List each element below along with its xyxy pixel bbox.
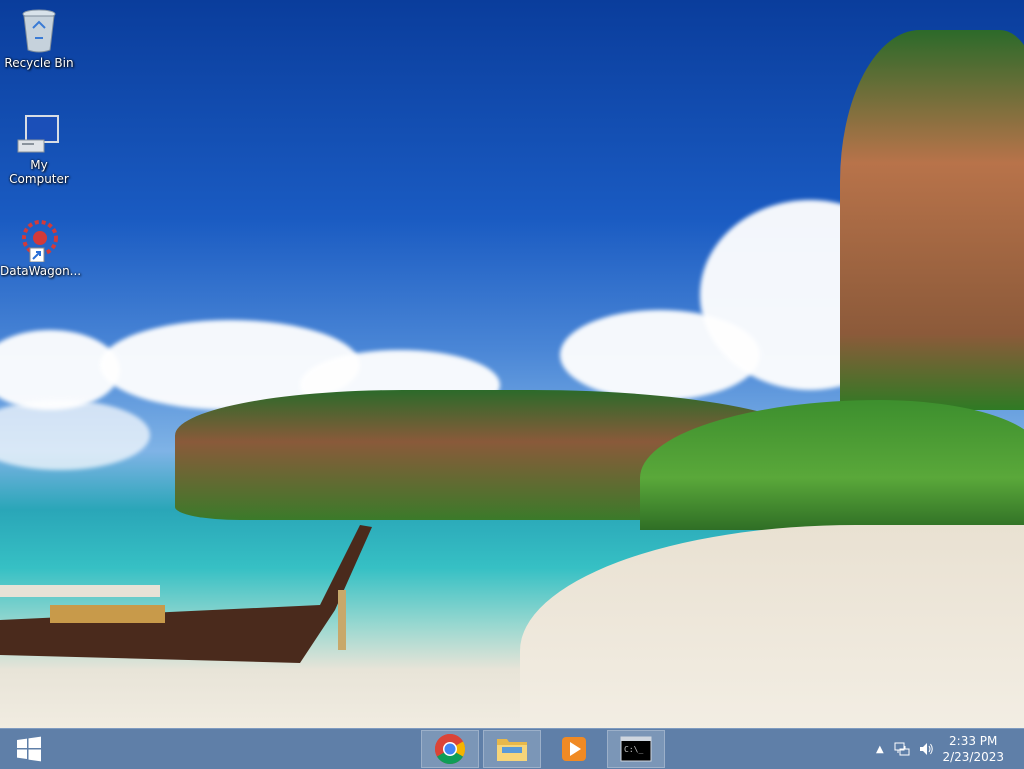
desktop-wallpaper (0, 0, 1024, 728)
folder-icon (497, 739, 527, 761)
datawagon-shortcut-icon (22, 220, 58, 262)
desktop-icon-my-computer[interactable]: My Computer (0, 114, 78, 186)
windows-logo-icon (17, 736, 41, 762)
clock-date: 2/23/2023 (942, 750, 1004, 764)
tall-cliff (840, 30, 1024, 410)
command-prompt-icon: C:\_ (620, 736, 652, 762)
my-computer-label: My Computer (9, 158, 69, 186)
chrome-icon (434, 734, 466, 765)
network-icon[interactable] (894, 741, 910, 757)
taskbar-media-player-button[interactable] (545, 730, 603, 768)
media-player-icon (562, 737, 586, 761)
svg-text:C:\_: C:\_ (624, 745, 643, 754)
desktop-icon-datawagon[interactable]: DataWagon... (0, 218, 82, 278)
sand-beach (520, 525, 1024, 728)
computer-icon (17, 115, 59, 153)
notification-area: ▲ (876, 729, 934, 769)
taskbar-file-explorer-button[interactable] (483, 730, 541, 768)
taskbar-chrome-button[interactable] (421, 730, 479, 768)
clock-time: 2:33 PM (949, 734, 998, 748)
taskbar: C:\_ ▲ 2:33 PM 2/23/2023 (0, 728, 1024, 769)
cloud (0, 400, 150, 470)
recycle-bin-icon (22, 9, 56, 53)
start-button[interactable] (0, 730, 58, 768)
datawagon-label: DataWagon... (0, 264, 82, 278)
show-hidden-icons-arrow[interactable]: ▲ (876, 744, 884, 755)
desktop-icon-recycle-bin[interactable]: Recycle Bin (0, 8, 78, 70)
clock[interactable]: 2:33 PM 2/23/2023 (942, 733, 1004, 765)
longtail-boat (0, 525, 372, 663)
recycle-bin-label: Recycle Bin (4, 56, 74, 70)
volume-icon[interactable] (918, 741, 934, 757)
taskbar-command-prompt-button[interactable]: C:\_ (607, 730, 665, 768)
